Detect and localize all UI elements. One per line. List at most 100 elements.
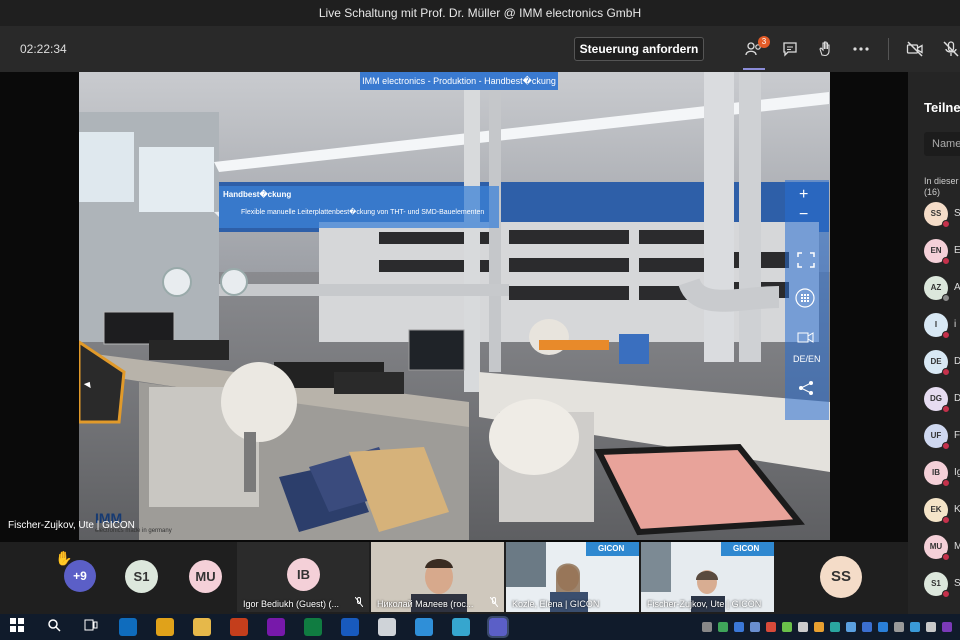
tile-avatar: IB — [287, 558, 320, 591]
presence-status-icon — [942, 553, 950, 561]
tray-icon[interactable] — [942, 622, 952, 632]
paint-icon[interactable] — [378, 618, 396, 636]
video-tile-kozle[interactable]: GICON Kozle, Elena | GICON — [506, 542, 639, 612]
raise-hand-icon[interactable] — [816, 40, 834, 58]
search-icon[interactable] — [45, 618, 63, 636]
meeting-timer: 02:22:34 — [20, 42, 67, 56]
tray-icon[interactable] — [926, 622, 936, 632]
participant-name: E — [954, 245, 960, 256]
meeting-toolbar: 02:22:34 Steuerung anfordern 3 — [0, 26, 960, 72]
language-toggle[interactable]: DE/EN — [793, 354, 821, 364]
participant-avatar[interactable]: MU — [924, 535, 950, 561]
participant-avatar[interactable]: S1 — [924, 572, 950, 598]
gallery-avatar-s1[interactable]: S1 — [125, 560, 158, 593]
presence-status-icon — [942, 294, 950, 302]
hotspot-title: Handbest�ckung — [223, 190, 292, 199]
participant-avatar[interactable]: AZ — [924, 276, 950, 302]
video-tile-nikolai[interactable]: Николай Малеев (гос... — [371, 542, 504, 612]
tray-icon[interactable] — [862, 622, 872, 632]
toolbar-separator — [888, 38, 889, 60]
participant-name: D — [954, 393, 960, 404]
participant-avatar[interactable]: I — [924, 313, 950, 339]
mic-off-icon[interactable] — [942, 40, 960, 58]
tray-icon[interactable] — [702, 622, 712, 632]
avatar-initials: S1 — [133, 569, 150, 584]
presence-status-icon — [942, 516, 950, 524]
mail-icon[interactable] — [415, 618, 433, 636]
zoom-out-button[interactable]: − — [799, 206, 808, 224]
avatar-initials: SS — [830, 568, 851, 585]
more-icon[interactable] — [852, 40, 870, 58]
participant-avatar[interactable]: EN — [924, 239, 950, 265]
video-mode-icon[interactable] — [797, 330, 815, 349]
tray-icon[interactable] — [910, 622, 920, 632]
tour-nav-panel: + − DE/EN — [785, 180, 829, 420]
teams-icon[interactable] — [487, 616, 509, 638]
shared-video-feed[interactable]: IMM electronics - Produktion - Handbest�… — [79, 72, 830, 540]
presence-status-icon — [942, 405, 950, 413]
zoom-in-button[interactable]: + — [799, 186, 808, 204]
video-tile-fischer[interactable]: GICON Fischer-Zujkov, Ute | GICON — [641, 542, 774, 612]
participant-avatar[interactable]: IB — [924, 461, 950, 487]
word-icon[interactable] — [341, 618, 359, 636]
avatar-initials: I — [934, 320, 938, 329]
windows-taskbar — [0, 614, 960, 640]
tray-icon[interactable] — [750, 622, 760, 632]
windows-start-icon[interactable] — [8, 618, 26, 636]
window-title: Live Schaltung mit Prof. Dr. Müller @ IM… — [0, 0, 960, 26]
tray-icon[interactable] — [894, 622, 904, 632]
grid-menu-icon[interactable] — [795, 288, 815, 313]
excel-icon[interactable] — [304, 618, 322, 636]
request-control-button[interactable]: Steuerung anfordern — [574, 37, 704, 61]
tray-icon[interactable] — [766, 622, 776, 632]
powerpoint-icon[interactable] — [230, 618, 248, 636]
avatar-initials: EN — [930, 246, 942, 255]
section-count: (16) — [924, 187, 941, 197]
participant-name: S — [954, 208, 960, 219]
participant-avatar[interactable]: EK — [924, 498, 950, 524]
tray-icon[interactable] — [734, 622, 744, 632]
chat-icon[interactable] — [781, 40, 799, 58]
tray-icon[interactable] — [846, 622, 856, 632]
section-label: In dieser — [924, 176, 959, 186]
avatar-initials: DE — [930, 357, 942, 366]
avatar-initials: EK — [930, 505, 942, 514]
participant-avatar[interactable]: DE — [924, 350, 950, 376]
tile-label: Kozle, Elena | GICON — [512, 599, 600, 609]
file-explorer-icon[interactable] — [193, 618, 211, 636]
participants-panel: Teilnehmer Name In dieser (16) SSSENEAZA… — [908, 72, 960, 614]
mic-off-icon — [489, 596, 499, 609]
participant-search-input[interactable]: Name — [924, 132, 960, 156]
participant-name: Ig — [954, 467, 960, 478]
outlook-icon[interactable] — [119, 618, 137, 636]
participant-avatar[interactable]: UF — [924, 424, 950, 450]
video-tile-igor[interactable]: IB Igor Bediukh (Guest) (... — [237, 542, 369, 612]
tray-icon[interactable] — [718, 622, 728, 632]
participant-name: F — [954, 430, 960, 441]
chrome-icon[interactable] — [156, 618, 174, 636]
presence-status-icon — [942, 442, 950, 450]
avatar-initials: MU — [195, 569, 216, 584]
gallery-avatar-mu[interactable]: MU — [189, 560, 222, 593]
participant-avatar[interactable]: SS — [924, 202, 950, 228]
share-icon[interactable] — [798, 380, 814, 401]
overflow-participants-button[interactable]: +9 — [64, 560, 96, 592]
browser-icon[interactable] — [452, 618, 470, 636]
task-view-icon[interactable] — [82, 618, 100, 636]
tray-icon[interactable] — [798, 622, 808, 632]
hotspot-description: Flexible manuelle Leiterplattenbest�ckun… — [241, 209, 485, 216]
hotspot-card[interactable]: Handbest�ckung Flexible manuelle Leiterp… — [219, 186, 499, 228]
mic-off-icon — [354, 596, 364, 609]
tile-label: Igor Bediukh (Guest) (... — [243, 599, 340, 609]
tray-icon[interactable] — [814, 622, 824, 632]
participant-avatar[interactable]: DG — [924, 387, 950, 413]
participants-section-header[interactable]: In dieser (16) — [924, 176, 959, 198]
self-avatar[interactable]: SS — [820, 556, 862, 598]
onenote-icon[interactable] — [267, 618, 285, 636]
avatar-initials: S1 — [931, 579, 941, 588]
camera-off-icon[interactable] — [906, 40, 924, 58]
fullscreen-icon[interactable] — [797, 252, 815, 273]
tray-icon[interactable] — [830, 622, 840, 632]
tray-icon[interactable] — [782, 622, 792, 632]
tray-icon[interactable] — [878, 622, 888, 632]
